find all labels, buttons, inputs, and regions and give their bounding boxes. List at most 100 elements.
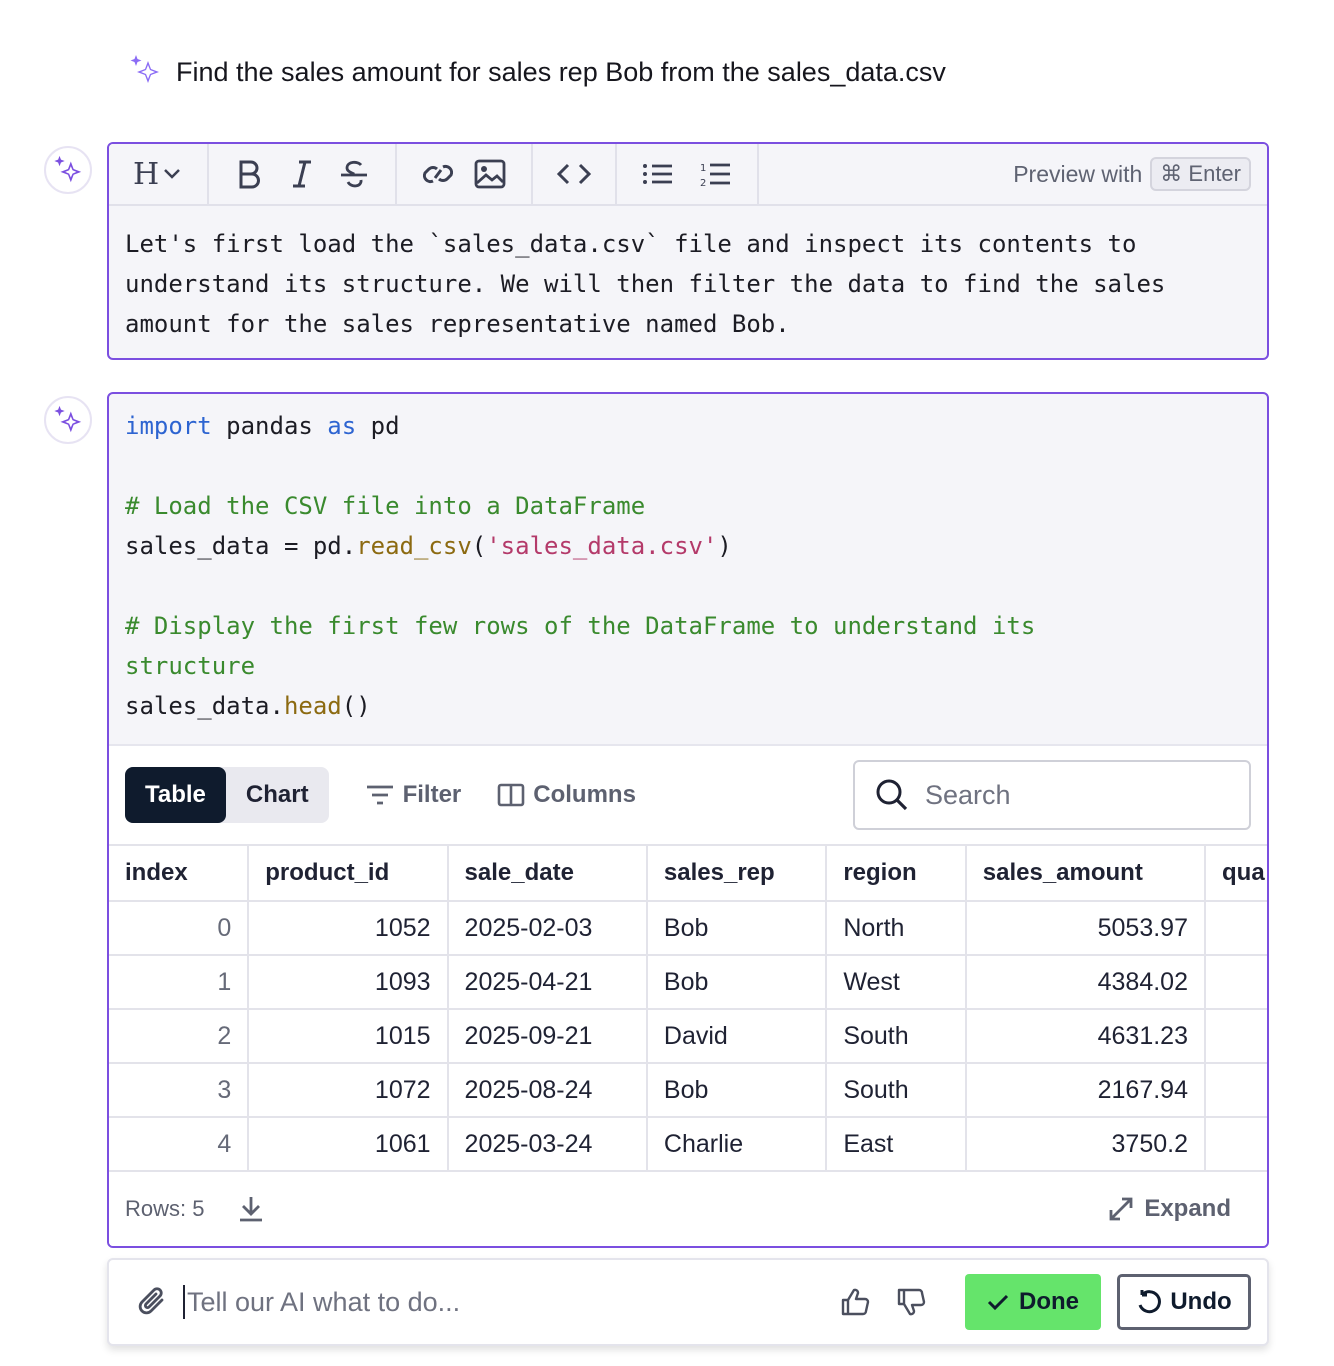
sparkle-icon (128, 53, 162, 92)
table-cell: South (826, 1009, 967, 1064)
expand-button[interactable]: Expand (1108, 1195, 1231, 1223)
table-cell: 5053.97 (965, 901, 1207, 956)
code-line: import pandas as pd (125, 412, 400, 440)
sparkle-icon (54, 155, 82, 183)
tab-table[interactable]: Table (125, 767, 226, 823)
table-cell: 2 (109, 1009, 250, 1064)
column-header[interactable]: sales_rep (646, 844, 828, 902)
expand-label: Expand (1144, 1195, 1231, 1222)
table-cell: 3750.2 (965, 1117, 1207, 1172)
thumbs-up-button[interactable] (833, 1280, 877, 1324)
markdown-line: understand its structure. We will then f… (125, 270, 1166, 298)
table-cell (1205, 1063, 1267, 1118)
column-header[interactable]: sale_date (447, 844, 648, 902)
table-cell: Bob (646, 955, 828, 1010)
column-header[interactable]: index (109, 844, 250, 902)
markdown-toolbar: H 1 2 Preview with ⌘ Enter (109, 144, 1267, 206)
table-cell: 4 (109, 1117, 250, 1172)
ai-prompt-input[interactable] (183, 1285, 833, 1319)
table-cell (1205, 1009, 1267, 1064)
table-cell: Charlie (646, 1117, 828, 1172)
preview-label: Preview with (1013, 160, 1143, 187)
strikethrough-icon (341, 160, 368, 188)
link-icon (423, 164, 454, 184)
output-toolbar: Table Chart Filter Columns Search (109, 746, 1267, 844)
done-button[interactable]: Done (965, 1274, 1101, 1330)
search-placeholder: Search (925, 779, 1011, 810)
table-cell (1205, 1117, 1267, 1172)
table-cell: David (646, 1009, 828, 1064)
markdown-content[interactable]: Let's first load the `sales_data.csv` fi… (109, 206, 1267, 358)
code-editor[interactable]: import pandas as pd # Load the CSV file … (109, 394, 1267, 744)
search-icon (876, 779, 908, 811)
expand-icon (1109, 1197, 1133, 1221)
table-cell: North (826, 901, 967, 956)
link-button[interactable] (419, 155, 457, 193)
italic-button[interactable] (283, 155, 321, 193)
undo-icon (1138, 1290, 1162, 1314)
column-header[interactable]: qua (1205, 844, 1267, 902)
code-line: sales_data.head() (125, 692, 371, 720)
table-header-row: index product_id sale_date sales_rep reg… (109, 844, 1267, 902)
bold-icon (239, 160, 261, 189)
shortcut-key: ⌘ Enter (1150, 157, 1251, 191)
columns-button[interactable]: Columns (497, 781, 636, 809)
thumbs-down-button[interactable] (889, 1280, 933, 1324)
table-cell: 4384.02 (965, 955, 1207, 1010)
table-cell: 3 (109, 1063, 250, 1118)
table-cell: 1015 (248, 1009, 449, 1064)
table-cell: 0 (109, 901, 250, 956)
code-line: sales_data = pd.read_csv('sales_data.csv… (125, 532, 732, 560)
chevron-down-icon (164, 169, 181, 179)
thumbs-up-icon (841, 1288, 870, 1316)
filter-label: Filter (402, 781, 462, 808)
attach-button[interactable] (137, 1285, 167, 1319)
table-cell (1205, 955, 1267, 1010)
ai-avatar (44, 396, 92, 444)
svg-text:2: 2 (700, 178, 706, 188)
markdown-cell[interactable]: H 1 2 Preview with ⌘ Enter Let's first l… (107, 142, 1269, 360)
filter-button[interactable]: Filter (365, 781, 462, 809)
done-label: Done (1019, 1288, 1079, 1315)
view-toggle: Table Chart (125, 767, 329, 823)
table-cell (1205, 901, 1267, 956)
download-icon (240, 1197, 263, 1222)
ai-avatar (44, 146, 92, 194)
bold-button[interactable] (231, 155, 269, 193)
row-count: Rows: 5 (125, 1196, 205, 1221)
column-header[interactable]: product_id (248, 844, 449, 902)
table-cell: 2025-08-24 (447, 1063, 648, 1118)
tab-chart[interactable]: Chart (226, 767, 329, 823)
code-cell[interactable]: import pandas as pd # Load the CSV file … (107, 392, 1269, 1248)
preview-hint[interactable]: Preview with ⌘ Enter (1013, 144, 1267, 204)
thumbs-down-icon (897, 1288, 926, 1316)
image-button[interactable] (471, 155, 509, 193)
paperclip-icon (138, 1287, 164, 1315)
code-button[interactable] (555, 155, 593, 193)
column-header[interactable]: region (826, 844, 967, 902)
code-icon (557, 163, 592, 185)
table-cell: 4631.23 (965, 1009, 1207, 1064)
user-prompt: Find the sales amount for sales rep Bob … (128, 52, 946, 92)
filter-icon (366, 785, 393, 805)
markdown-line: amount for the sales representative name… (125, 310, 790, 338)
cell-output: Table Chart Filter Columns Search index … (109, 744, 1267, 1246)
table-cell: 1 (109, 955, 250, 1010)
numbered-list-button[interactable]: 12 (697, 155, 735, 193)
bullet-list-button[interactable] (639, 155, 677, 193)
column-header[interactable]: sales_amount (965, 844, 1207, 902)
columns-label: Columns (533, 781, 636, 808)
table-cell: Bob (646, 901, 828, 956)
undo-label: Undo (1170, 1288, 1232, 1315)
download-button[interactable] (238, 1195, 264, 1223)
output-footer: Rows: 5 Expand (109, 1172, 1267, 1246)
undo-button[interactable]: Undo (1117, 1274, 1251, 1330)
search-box[interactable]: Search (853, 760, 1251, 830)
heading-dropdown[interactable]: H (133, 157, 181, 192)
table-cell: 1052 (248, 901, 449, 956)
strikethrough-button[interactable] (335, 155, 373, 193)
check-icon (987, 1294, 1009, 1311)
table-cell: 2025-04-21 (447, 955, 648, 1010)
columns-icon (497, 783, 525, 807)
